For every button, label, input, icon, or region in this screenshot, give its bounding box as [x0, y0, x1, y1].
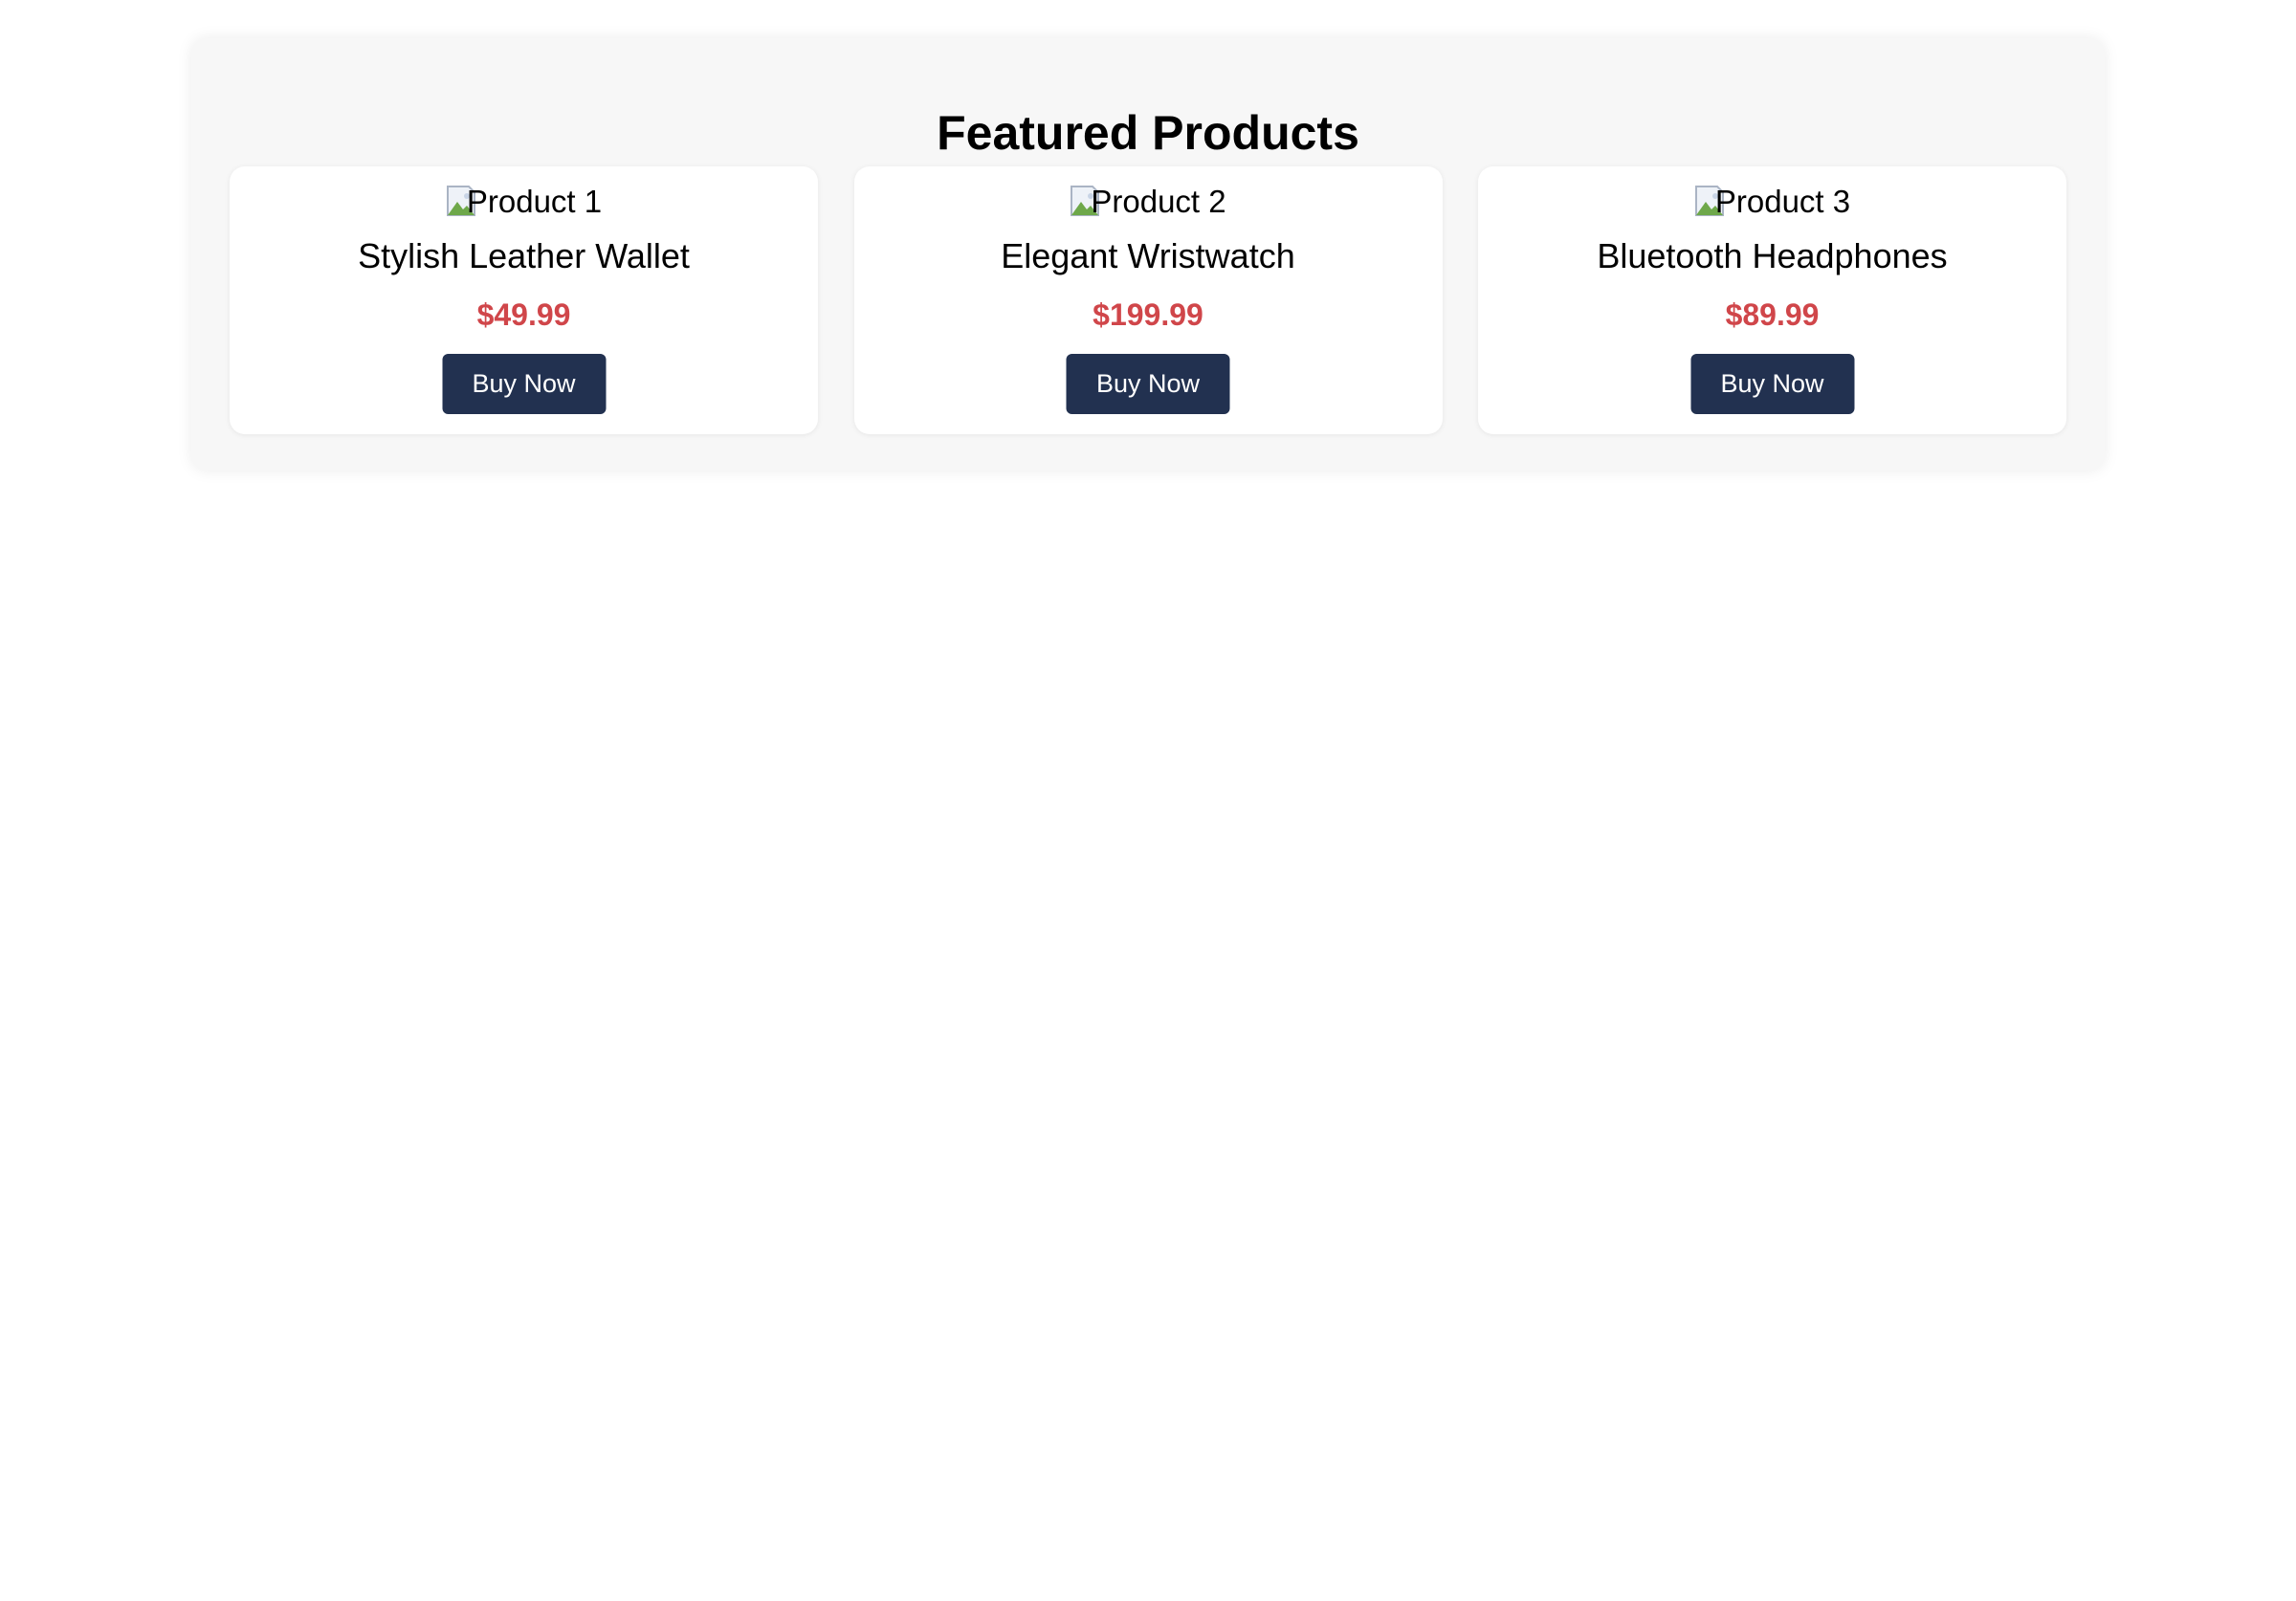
- product-image-alt-text: Product 3: [1714, 183, 1851, 219]
- product-card: Product 3 Bluetooth Headphones $89.99 Bu…: [1478, 166, 2066, 434]
- product-card: Product 2 Elegant Wristwatch $199.99 Buy…: [853, 166, 1443, 434]
- product-name: Bluetooth Headphones: [1597, 236, 1948, 275]
- product-image: Product 2: [854, 184, 1443, 218]
- featured-products-section: Featured Products Product 1 Stylish Leat…: [191, 38, 2105, 471]
- product-image-alt-text: Product 1: [466, 183, 603, 219]
- product-price: $89.99: [1725, 297, 1820, 332]
- product-name: Stylish Leather Wallet: [358, 236, 690, 275]
- product-image: Product 1: [230, 184, 818, 218]
- product-image: Product 3: [1478, 184, 2066, 218]
- product-price: $199.99: [1093, 297, 1203, 332]
- product-name: Elegant Wristwatch: [1001, 236, 1295, 275]
- product-grid: Product 1 Stylish Leather Wallet $49.99 …: [230, 166, 2066, 434]
- buy-now-button[interactable]: Buy Now: [1690, 354, 1854, 414]
- buy-now-button[interactable]: Buy Now: [1066, 354, 1230, 414]
- section-title: Featured Products: [937, 106, 1359, 160]
- product-card: Product 1 Stylish Leather Wallet $49.99 …: [230, 166, 818, 434]
- product-price: $49.99: [476, 297, 571, 332]
- product-image-alt-text: Product 2: [1091, 183, 1226, 219]
- buy-now-button[interactable]: Buy Now: [442, 354, 606, 414]
